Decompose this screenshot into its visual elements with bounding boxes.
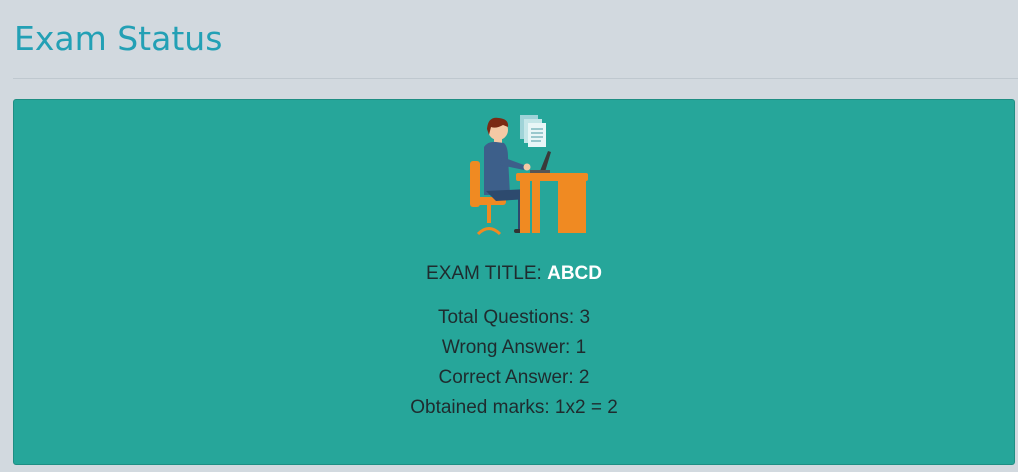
page-title: Exam Status xyxy=(14,19,223,58)
documents-icon xyxy=(520,115,546,147)
person-at-desk-illustration-icon xyxy=(470,115,588,236)
wrong-answer: Wrong Answer: 1 xyxy=(441,337,587,358)
laptop-icon xyxy=(530,151,551,173)
correct-answer: Correct Answer: 2 xyxy=(438,367,590,388)
exam-title-label: EXAM TITLE: xyxy=(426,263,542,284)
exam-status-card: EXAM TITLE: ABCD Total Questions: 3 Wron… xyxy=(13,99,1015,465)
title-divider xyxy=(13,78,1018,79)
exam-title: EXAM TITLE: ABCD xyxy=(14,264,1014,284)
exam-title-value: ABCD xyxy=(547,263,602,284)
desk-icon xyxy=(516,173,588,233)
obtained-marks: Obtained marks: 1x2 = 2 xyxy=(410,397,618,418)
exam-stats: Total Questions: 3 Wrong Answer: 1 Corre… xyxy=(14,303,1014,423)
total-questions: Total Questions: 3 xyxy=(437,307,591,328)
